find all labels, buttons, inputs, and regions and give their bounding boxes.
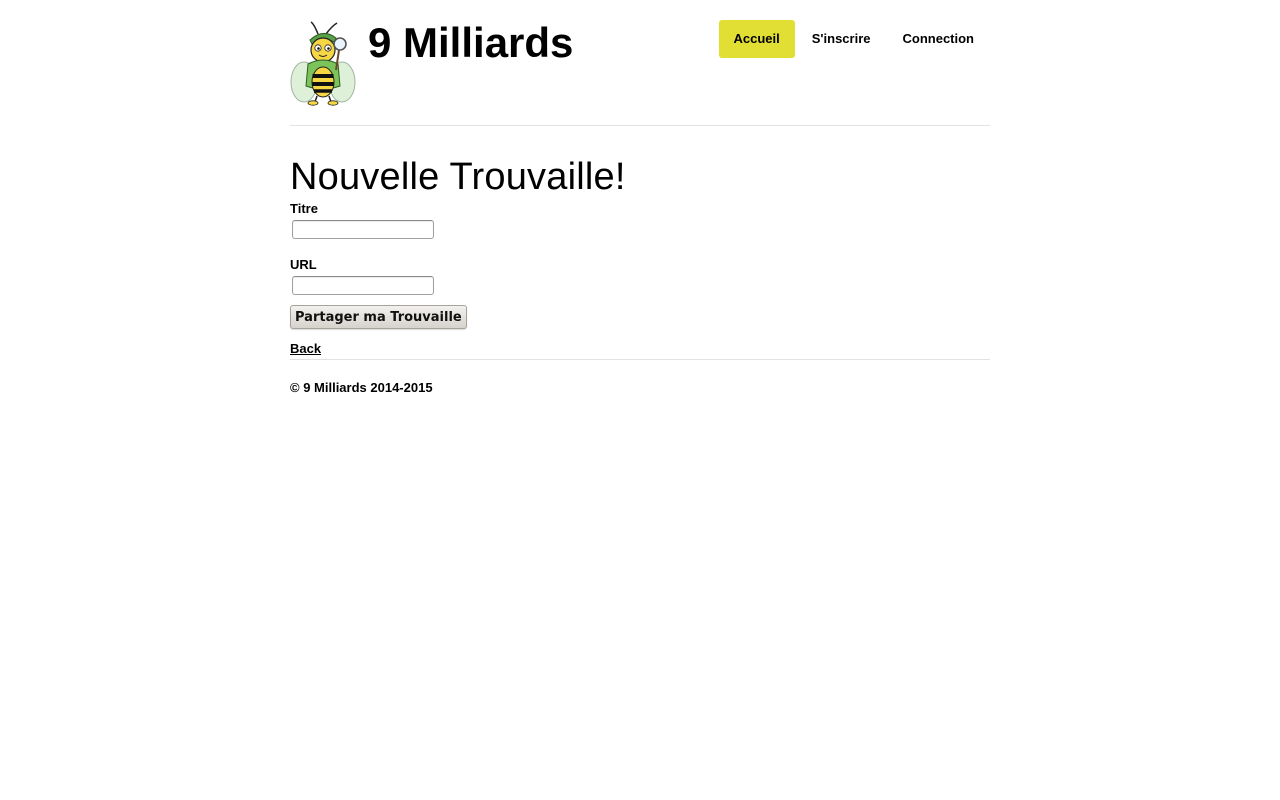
logo-link[interactable] xyxy=(290,20,356,106)
field-url: URL xyxy=(290,257,990,295)
copyright-text: © 9 Milliards 2014-2015 xyxy=(290,380,433,395)
site-brand-title: 9 Milliards xyxy=(368,19,574,66)
bee-detective-logo-icon xyxy=(290,21,356,106)
url-input[interactable] xyxy=(292,276,434,295)
titre-input[interactable] xyxy=(292,220,434,239)
site-header: 9 Milliards Accueil S'inscrire Connectio… xyxy=(290,0,990,126)
main-nav: Accueil S'inscrire Connection xyxy=(718,20,991,58)
share-find-button[interactable]: Partager ma Trouvaille xyxy=(290,305,467,329)
nav-link-accueil[interactable]: Accueil xyxy=(718,20,795,58)
new-find-form: Titre URL Partager ma Trouvaille xyxy=(290,201,990,329)
nav-link-sinscrire[interactable]: S'inscrire xyxy=(796,20,887,58)
page-container: 9 Milliards Accueil S'inscrire Connectio… xyxy=(290,0,990,395)
field-titre: Titre xyxy=(290,201,990,239)
main-content: Nouvelle Trouvaille! Titre URL Partager … xyxy=(290,156,990,358)
nav-item-accueil: Accueil xyxy=(718,20,796,58)
titre-label: Titre xyxy=(290,201,318,216)
nav-item-connection: Connection xyxy=(887,20,991,58)
page-title: Nouvelle Trouvaille! xyxy=(290,156,626,198)
url-label: URL xyxy=(290,257,317,272)
nav-item-sinscrire: S'inscrire xyxy=(796,20,887,58)
nav-link-connection[interactable]: Connection xyxy=(887,20,991,58)
back-link[interactable]: Back xyxy=(290,341,321,356)
site-footer: © 9 Milliards 2014-2015 xyxy=(290,359,990,395)
